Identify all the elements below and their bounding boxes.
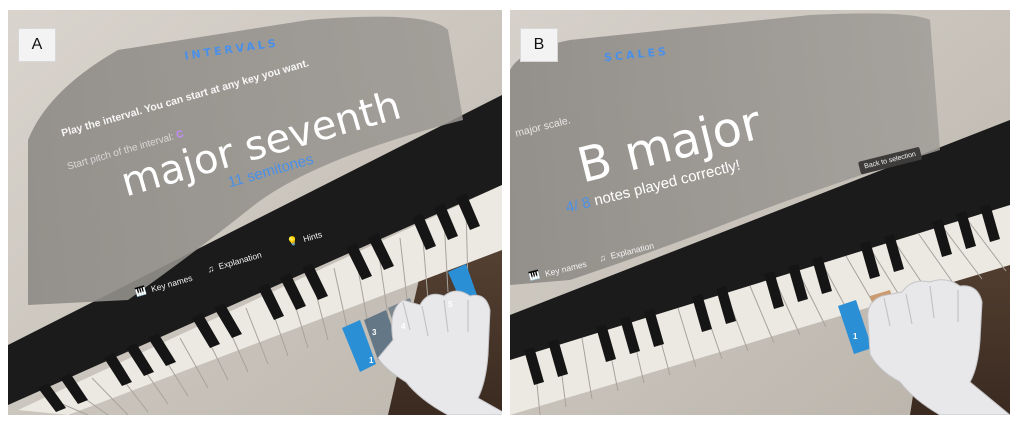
key-finger-label: 1	[369, 356, 374, 365]
panel-intervals: A INTERVALS Play the interval. You can s…	[8, 10, 502, 415]
key-finger-label: 5	[448, 300, 453, 309]
key-finger-label: 2	[396, 340, 401, 349]
menu-explanation-label: Explanation	[609, 240, 655, 261]
music-note-icon: ♫	[206, 263, 216, 275]
ar-ui-intervals: INTERVALS Play the interval. You can sta…	[8, 10, 502, 415]
module-title: SCALES	[603, 44, 670, 65]
module-title: INTERVALS	[183, 36, 280, 63]
menu-key-names-label: Key names	[543, 258, 588, 279]
menu-key-names[interactable]: 🎹 Key names	[134, 272, 194, 299]
semitone-count: 11	[226, 170, 246, 192]
menu-explanation[interactable]: ♫ Explanation	[206, 250, 263, 275]
menu-explanation-label: Explanation	[217, 249, 263, 272]
notes-total: 8	[580, 193, 593, 213]
piano-icon: 🎹	[528, 269, 542, 282]
start-pitch-value: C	[175, 128, 185, 142]
panel-scales: B SCALES major scale. B major 4/ 8 notes…	[510, 10, 1010, 415]
lightbulb-icon: 💡	[286, 234, 300, 248]
instruction-text: major scale.	[514, 114, 572, 140]
menu-key-names[interactable]: 🎹 Key names	[528, 258, 588, 283]
key-finger-label: 1	[853, 332, 858, 341]
music-note-icon: ♫	[598, 252, 607, 264]
menu-hints-label: Hints	[301, 228, 324, 244]
menu-hints[interactable]: 💡 Hints	[286, 228, 323, 248]
notes-played-count: 4	[564, 197, 577, 217]
ar-ui-scales: SCALES major scale. B major 4/ 8 notes p…	[510, 10, 1010, 415]
key-finger-label: 3	[372, 328, 377, 337]
back-to-selection-button[interactable]: Back to selection	[858, 146, 923, 175]
key-finger-label: 4	[401, 322, 406, 331]
menu-explanation[interactable]: ♫ Explanation	[598, 240, 655, 263]
menu-key-names-label: Key names	[149, 272, 194, 294]
piano-icon: 🎹	[134, 284, 148, 298]
